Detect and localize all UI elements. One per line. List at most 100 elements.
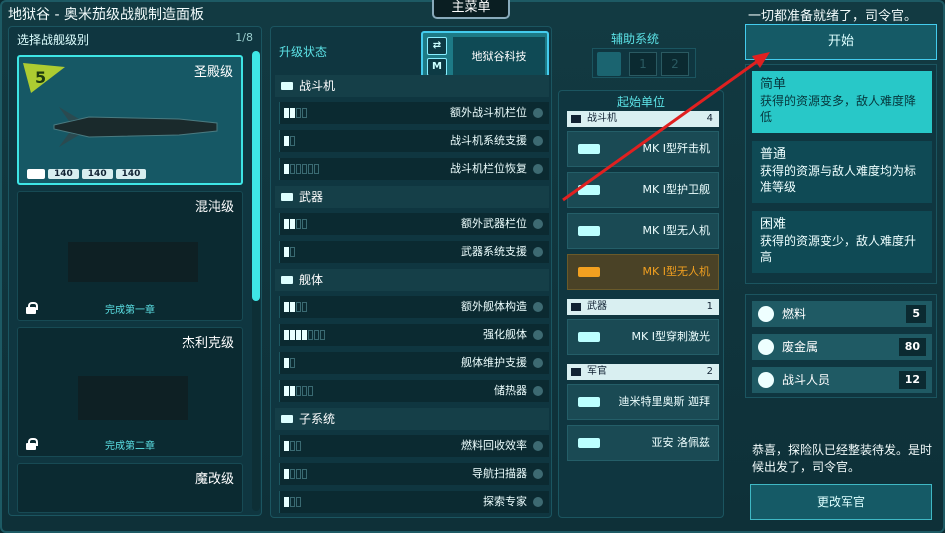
upgrade-row[interactable]: 探索专家 bbox=[279, 491, 549, 513]
level-pip bbox=[296, 219, 301, 229]
starting-units-panel: 起始单位 战斗机 4 MK I型歼击机 MK I型护卫舰 MK I型无人机 MK I型无人… bbox=[558, 90, 724, 518]
ship-card-modified[interactable]: 魔改级 bbox=[17, 463, 243, 513]
resource-name: 燃料 bbox=[782, 307, 807, 321]
category-icon bbox=[281, 415, 293, 423]
m-icon[interactable]: M bbox=[427, 58, 447, 76]
info-icon[interactable] bbox=[533, 497, 543, 507]
level-pip bbox=[320, 330, 325, 340]
level-pip bbox=[296, 469, 301, 479]
unit-name: MK I型无人机 bbox=[642, 224, 710, 237]
info-icon[interactable] bbox=[533, 358, 543, 368]
upgrade-row[interactable]: 额外武器栏位 bbox=[279, 213, 549, 235]
difficulty-name: 困难 bbox=[760, 217, 787, 232]
upgrade-level bbox=[284, 219, 307, 229]
unit-icon bbox=[578, 438, 600, 448]
upgrade-row[interactable]: 强化舰体 bbox=[279, 324, 549, 346]
level-pip bbox=[284, 358, 289, 368]
ship-name: 混沌级 bbox=[194, 200, 234, 215]
unit-slot[interactable]: 迪米特里奥斯 迦拜 bbox=[567, 384, 719, 420]
info-icon[interactable] bbox=[533, 247, 543, 257]
level-pip bbox=[290, 469, 295, 479]
resource-name: 废金属 bbox=[782, 340, 819, 354]
start-button[interactable]: 开始 bbox=[745, 24, 937, 60]
upgrade-label: 额外舰体构造 bbox=[461, 300, 527, 313]
upgrade-level bbox=[284, 330, 325, 340]
category-row: 子系统 bbox=[275, 408, 549, 430]
upgrade-row[interactable]: 武器系统支援 bbox=[279, 241, 549, 263]
info-icon[interactable] bbox=[533, 108, 543, 118]
level-pip bbox=[290, 164, 295, 174]
resource-scrap: 废金属 80 bbox=[752, 334, 932, 360]
info-icon[interactable] bbox=[533, 136, 543, 146]
level-pip bbox=[296, 164, 301, 174]
info-icon[interactable] bbox=[533, 302, 543, 312]
info-icon[interactable] bbox=[533, 386, 543, 396]
upgrade-row[interactable]: 燃料回收效率 bbox=[279, 435, 549, 457]
upgrade-label: 武器系统支援 bbox=[461, 245, 527, 258]
aux-title: 辅助系统 bbox=[610, 32, 659, 46]
unit-category-count: 2 bbox=[706, 366, 713, 377]
info-icon[interactable] bbox=[533, 441, 543, 451]
upgrade-row[interactable]: 额外战斗机栏位 bbox=[279, 102, 549, 124]
ship-card-chaos[interactable]: 混沌级 完成第一章 bbox=[17, 191, 243, 321]
difficulty-hard[interactable]: 困难 获得的资源变少，敌人难度升高 bbox=[752, 211, 932, 273]
ship-card-jerick[interactable]: 杰利克级 完成第二章 bbox=[17, 327, 243, 457]
window-title: 地狱谷 - 奥米茄级战舰制造面板 bbox=[8, 7, 204, 23]
unit-icon bbox=[578, 397, 600, 407]
upgrade-label: 额外武器栏位 bbox=[461, 217, 527, 230]
fuel-icon bbox=[758, 306, 774, 322]
level-pip bbox=[302, 469, 307, 479]
difficulty-name: 简单 bbox=[760, 77, 787, 92]
aux-slot-2[interactable]: 2 bbox=[661, 52, 689, 76]
level-pip bbox=[284, 386, 289, 396]
category-label: 舰体 bbox=[299, 273, 324, 287]
unit-slot[interactable]: 亚安 洛佩兹 bbox=[567, 425, 719, 461]
unit-slot[interactable]: MK I型无人机 bbox=[567, 254, 719, 290]
aux-slot-1[interactable]: 1 bbox=[629, 52, 657, 76]
upgrade-level bbox=[284, 469, 307, 479]
level-pip bbox=[290, 108, 295, 118]
tech-box[interactable]: ⇄ M 地狱谷科技 bbox=[421, 31, 549, 81]
ship-class-count: 1/8 bbox=[235, 31, 253, 44]
unit-slot[interactable]: MK I型无人机 bbox=[567, 213, 719, 249]
unit-slot[interactable]: MK I型歼击机 bbox=[567, 131, 719, 167]
aux-system-slots: 1 2 bbox=[592, 48, 696, 78]
info-icon[interactable] bbox=[533, 330, 543, 340]
upgrade-row[interactable]: 额外舰体构造 bbox=[279, 296, 549, 318]
upgrade-label: 战斗机系统支援 bbox=[450, 134, 527, 147]
change-officer-button[interactable]: 更改军官 bbox=[750, 484, 932, 520]
link-icon[interactable]: ⇄ bbox=[427, 37, 447, 55]
upgrade-row[interactable]: 舰体维护支援 bbox=[279, 352, 549, 374]
info-icon[interactable] bbox=[533, 469, 543, 479]
unit-icon bbox=[578, 144, 600, 154]
main-menu-button[interactable]: 主菜单 bbox=[432, 0, 510, 19]
upgrade-level bbox=[284, 497, 301, 507]
difficulty-normal[interactable]: 普通 获得的资源与敌人难度均为标准等级 bbox=[752, 141, 932, 203]
ship-card-temple[interactable]: 5 圣殿级 140 140 140 bbox=[17, 55, 243, 185]
level-pip bbox=[284, 164, 289, 174]
level-pip bbox=[284, 497, 289, 507]
upgrade-row[interactable]: 导航扫描器 bbox=[279, 463, 549, 485]
info-icon[interactable] bbox=[533, 164, 543, 174]
upgrade-label: 储热器 bbox=[494, 384, 527, 397]
category-icon bbox=[281, 276, 293, 284]
scrollbar-thumb[interactable] bbox=[252, 51, 260, 301]
unit-slot[interactable]: MK I型护卫舰 bbox=[567, 172, 719, 208]
difficulty-easy[interactable]: 简单 获得的资源变多，敌人难度降低 bbox=[752, 71, 932, 133]
upgrade-row[interactable]: 储热器 bbox=[279, 380, 549, 402]
category-label: 子系统 bbox=[299, 412, 336, 426]
upgrade-row[interactable]: 战斗机栏位恢复 bbox=[279, 158, 549, 180]
level-pip bbox=[284, 108, 289, 118]
layers-icon[interactable] bbox=[597, 52, 621, 76]
upgrade-label: 舰体维护支援 bbox=[461, 356, 527, 369]
level-pip bbox=[290, 302, 295, 312]
unit-category-label: 武器 bbox=[587, 301, 607, 312]
level-pip bbox=[284, 247, 289, 257]
upgrade-label: 探索专家 bbox=[483, 495, 527, 508]
upgrade-row[interactable]: 战斗机系统支援 bbox=[279, 130, 549, 152]
ship-class-header: 选择战舰级别 bbox=[17, 33, 90, 47]
resource-fuel: 燃料 5 bbox=[752, 301, 932, 327]
ship-name: 魔改级 bbox=[194, 472, 234, 487]
unit-slot[interactable]: MK I型穿刺激光 bbox=[567, 319, 719, 355]
info-icon[interactable] bbox=[533, 219, 543, 229]
